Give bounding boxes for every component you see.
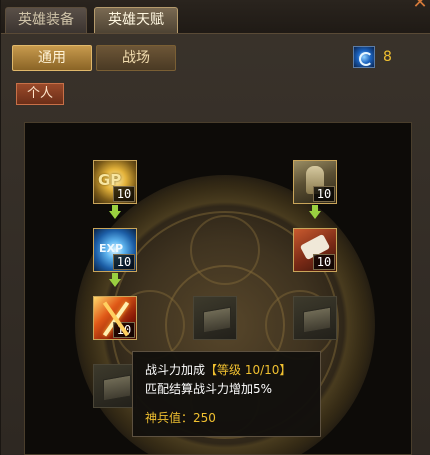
- tab-hero-equipment[interactable]: 英雄装备: [5, 7, 87, 33]
- gold-bonus-skill[interactable]: 10: [93, 160, 137, 204]
- tooltip-title: 战斗力加成: [145, 363, 206, 377]
- exp-bonus-skill[interactable]: 10: [93, 228, 137, 272]
- top-tab-bar: 英雄装备 英雄天赋 ✕: [1, 0, 430, 34]
- skill-level: 10: [113, 254, 135, 270]
- arrow-down-icon: [309, 205, 321, 219]
- talent-points-value: 8: [383, 49, 392, 65]
- arrow-down-icon: [109, 205, 121, 219]
- category-label-personal: 个人: [16, 83, 64, 105]
- emblem-petal: [190, 215, 260, 285]
- subtab-battlefield[interactable]: 战场: [96, 45, 176, 71]
- skill-level: 10: [313, 254, 335, 270]
- arrow-down-icon: [109, 273, 121, 287]
- locked-skill-2[interactable]: [293, 296, 337, 340]
- scroll-skill[interactable]: 10: [293, 228, 337, 272]
- subtab-general[interactable]: 通用: [12, 45, 92, 71]
- locked-skill-1[interactable]: [193, 296, 237, 340]
- skill-level: 10: [113, 186, 135, 202]
- tooltip-level: 【等级 10/10】: [205, 363, 292, 377]
- talent-points: 8: [353, 46, 392, 68]
- close-icon[interactable]: ✕: [411, 0, 429, 12]
- tooltip-description: 匹配结算战斗力增加5%: [145, 382, 273, 396]
- skill-level: 10: [113, 322, 135, 338]
- skill-tooltip: 战斗力加成【等级 10/10】 匹配结算战斗力增加5% 神兵值：250: [132, 351, 321, 437]
- warrior-skill[interactable]: 10: [293, 160, 337, 204]
- skill-level: 10: [313, 186, 335, 202]
- locked-skill-3[interactable]: [93, 364, 137, 408]
- tooltip-title-line: 战斗力加成【等级 10/10】: [145, 361, 308, 378]
- combat-power-skill[interactable]: 10: [93, 296, 137, 340]
- tab-hero-talent[interactable]: 英雄天赋: [94, 7, 178, 33]
- tooltip-cost: 神兵值：250: [145, 411, 216, 425]
- hero-window: 英雄装备 英雄天赋 ✕ 通用 战场 8 个人 10 10 10: [0, 0, 430, 455]
- skill-point-orb-icon: [353, 46, 375, 68]
